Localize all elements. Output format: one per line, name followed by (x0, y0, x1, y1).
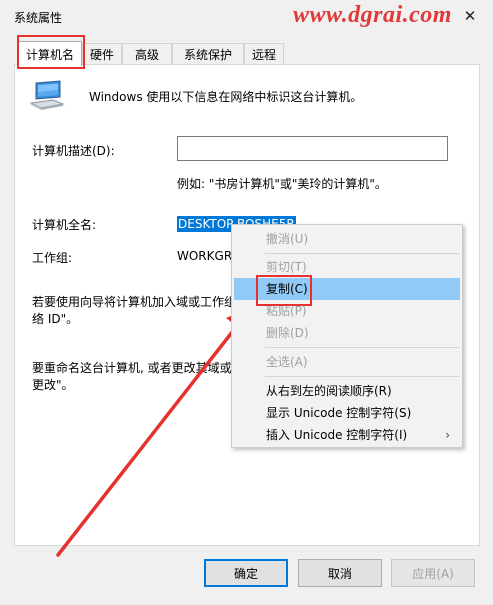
tab-computer-name[interactable]: 计算机名 (18, 41, 82, 66)
apply-button[interactable]: 应用(A) (391, 559, 475, 587)
menu-item-select-all[interactable]: 全选(A) (234, 351, 460, 373)
workgroup-label: 工作组: (32, 251, 73, 265)
description-label: 计算机描述(D): (32, 144, 115, 158)
ok-button[interactable]: 确定 (204, 559, 288, 587)
full-name-label: 计算机全名: (32, 218, 97, 232)
tab-remote[interactable]: 远程 (244, 43, 284, 65)
tab-advanced[interactable]: 高级 (122, 43, 172, 65)
example-hint: 例如: "书房计算机"或"美玲的计算机"。 (177, 177, 387, 191)
tab-hardware[interactable]: 硬件 (82, 43, 122, 65)
menu-item-show-unicode[interactable]: 显示 Unicode 控制字符(S) (234, 402, 460, 424)
menu-item-paste[interactable]: 粘贴(P) (234, 300, 460, 322)
cancel-button[interactable]: 取消 (298, 559, 382, 587)
menu-item-delete[interactable]: 删除(D) (234, 322, 460, 344)
close-icon[interactable]: ✕ (459, 5, 481, 27)
menu-item-undo[interactable]: 撤消(U) (234, 228, 460, 250)
computer-description-input[interactable] (177, 136, 448, 161)
rename-hint-line-2: 更改"。 (32, 378, 74, 392)
menu-separator (265, 253, 459, 254)
menu-item-insert-unicode-label: 插入 Unicode 控制字符(I) (266, 428, 408, 442)
workgroup-value[interactable]: WORKGR (177, 249, 232, 263)
chevron-right-icon: › (445, 428, 450, 442)
menu-item-cut[interactable]: 剪切(T) (234, 256, 460, 278)
context-menu: 撤消(U) 剪切(T) 复制(C) 粘贴(P) 删除(D) 全选(A) 从右到左… (231, 224, 463, 448)
menu-separator (265, 347, 459, 348)
domain-hint-line-2: 络 ID"。 (32, 312, 79, 326)
computer-icon (29, 80, 65, 110)
menu-item-copy[interactable]: 复制(C) (234, 278, 460, 300)
tab-system-protection[interactable]: 系统保护 (172, 43, 244, 65)
menu-separator (265, 376, 459, 377)
domain-hint-line-1: 若要使用向导将计算机加入域或工作组 (32, 295, 237, 309)
intro-text: Windows 使用以下信息在网络中标识这台计算机。 (89, 90, 363, 104)
rename-hint-line-1: 要重命名这台计算机, 或者更改其域或 (32, 361, 232, 375)
window-title: 系统属性 (14, 11, 63, 25)
menu-item-rtl-reading[interactable]: 从右到左的阅读顺序(R) (234, 380, 460, 402)
watermark-text: www.dgrai.com (293, 2, 452, 28)
menu-item-insert-unicode[interactable]: 插入 Unicode 控制字符(I) › (234, 424, 460, 446)
